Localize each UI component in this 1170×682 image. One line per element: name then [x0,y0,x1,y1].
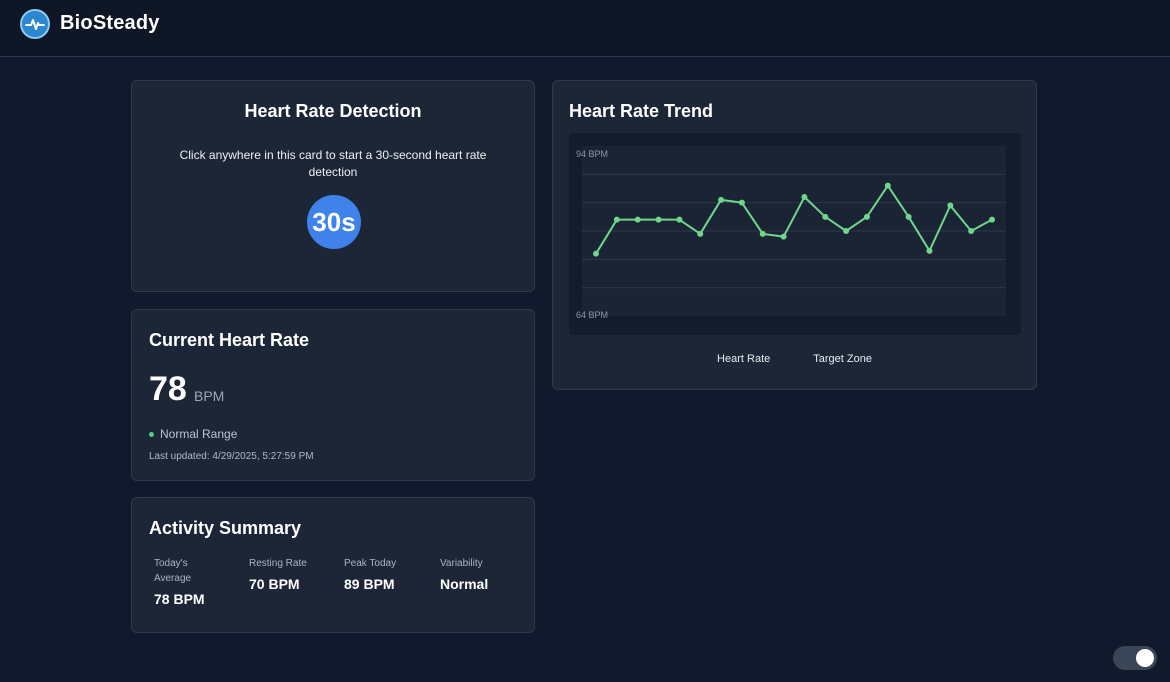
status-text: Normal Range [160,427,238,441]
data-point[interactable] [655,216,662,223]
data-point[interactable] [676,216,683,223]
data-point[interactable] [863,213,870,220]
top-bar: BioSteady [0,0,1170,57]
theme-toggle[interactable] [1113,646,1157,670]
current-heart-rate-card: Current Heart Rate 78 BPM Normal Range L… [131,309,535,481]
activity-summary-card: Activity Summary Today's Average 78 BPM … [131,497,535,633]
stat-average: Today's Average 78 BPM [154,556,234,607]
status-indicator: Normal Range [149,427,237,441]
chart-legend: Heart Rate Target Zone [553,353,1036,365]
data-point[interactable] [759,230,766,237]
data-point[interactable] [738,199,745,206]
chart-container: 94 BPM 64 BPM [569,133,1021,335]
heartbeat-logo-icon[interactable] [20,9,50,39]
data-point[interactable] [593,250,599,257]
stat-label: Resting Rate [249,558,307,569]
bpm-value: 78 [149,370,187,408]
stat-value: 78 BPM [154,591,205,607]
stat-peak: Peak Today 89 BPM [344,556,424,592]
y-tick-top: 94 BPM [576,149,608,159]
data-point[interactable] [968,228,975,234]
stat-value: 89 BPM [344,576,395,592]
current-title: Current Heart Rate [149,330,310,350]
bpm-unit: BPM [194,388,225,404]
stat-label: Peak Today [344,558,397,569]
legend-heart-rate[interactable]: Heart Rate [717,353,770,365]
stat-value: Normal [440,576,489,592]
stat-resting: Resting Rate 70 BPM [249,556,329,592]
timer-badge[interactable]: 30s [307,195,361,249]
stat-variability: Variability Normal [440,556,520,592]
data-point[interactable] [822,213,829,220]
data-point[interactable] [697,230,704,237]
data-point[interactable] [989,216,995,223]
legend-target-zone[interactable]: Target Zone [813,353,872,365]
brand-name: BioSteady [60,12,160,34]
status-dot-icon [149,431,154,437]
data-point[interactable] [613,216,620,223]
toggle-knob [1136,649,1154,667]
data-point[interactable] [780,233,787,240]
activity-title: Activity Summary [149,518,302,538]
heart-rate-detection-card[interactable]: Heart Rate Detection Click anywhere in t… [131,80,535,292]
last-updated: Last updated: 4/29/2025, 5:27:59 PM [149,451,314,462]
stat-label: Today's Average [154,558,192,584]
data-point[interactable] [718,196,725,203]
trend-title: Heart Rate Trend [569,101,714,121]
data-point[interactable] [947,202,954,209]
detection-title: Heart Rate Detection [244,101,422,121]
stat-label: Variability [440,558,483,569]
data-point[interactable] [843,228,850,234]
stat-value: 70 BPM [249,576,300,592]
data-point[interactable] [801,194,808,200]
data-point[interactable] [905,213,912,220]
heart-rate-chart: 94 BPM 64 BPM [576,146,1006,320]
data-point[interactable] [884,182,891,189]
data-point[interactable] [634,216,641,223]
detection-instruction: Click anywhere in this card to start a 3… [179,148,487,179]
y-tick-bottom: 64 BPM [576,310,608,320]
data-point[interactable] [926,247,933,254]
heart-rate-trend-card: Heart Rate Trend 94 BPM 64 BPM Heart Rat… [552,80,1037,390]
